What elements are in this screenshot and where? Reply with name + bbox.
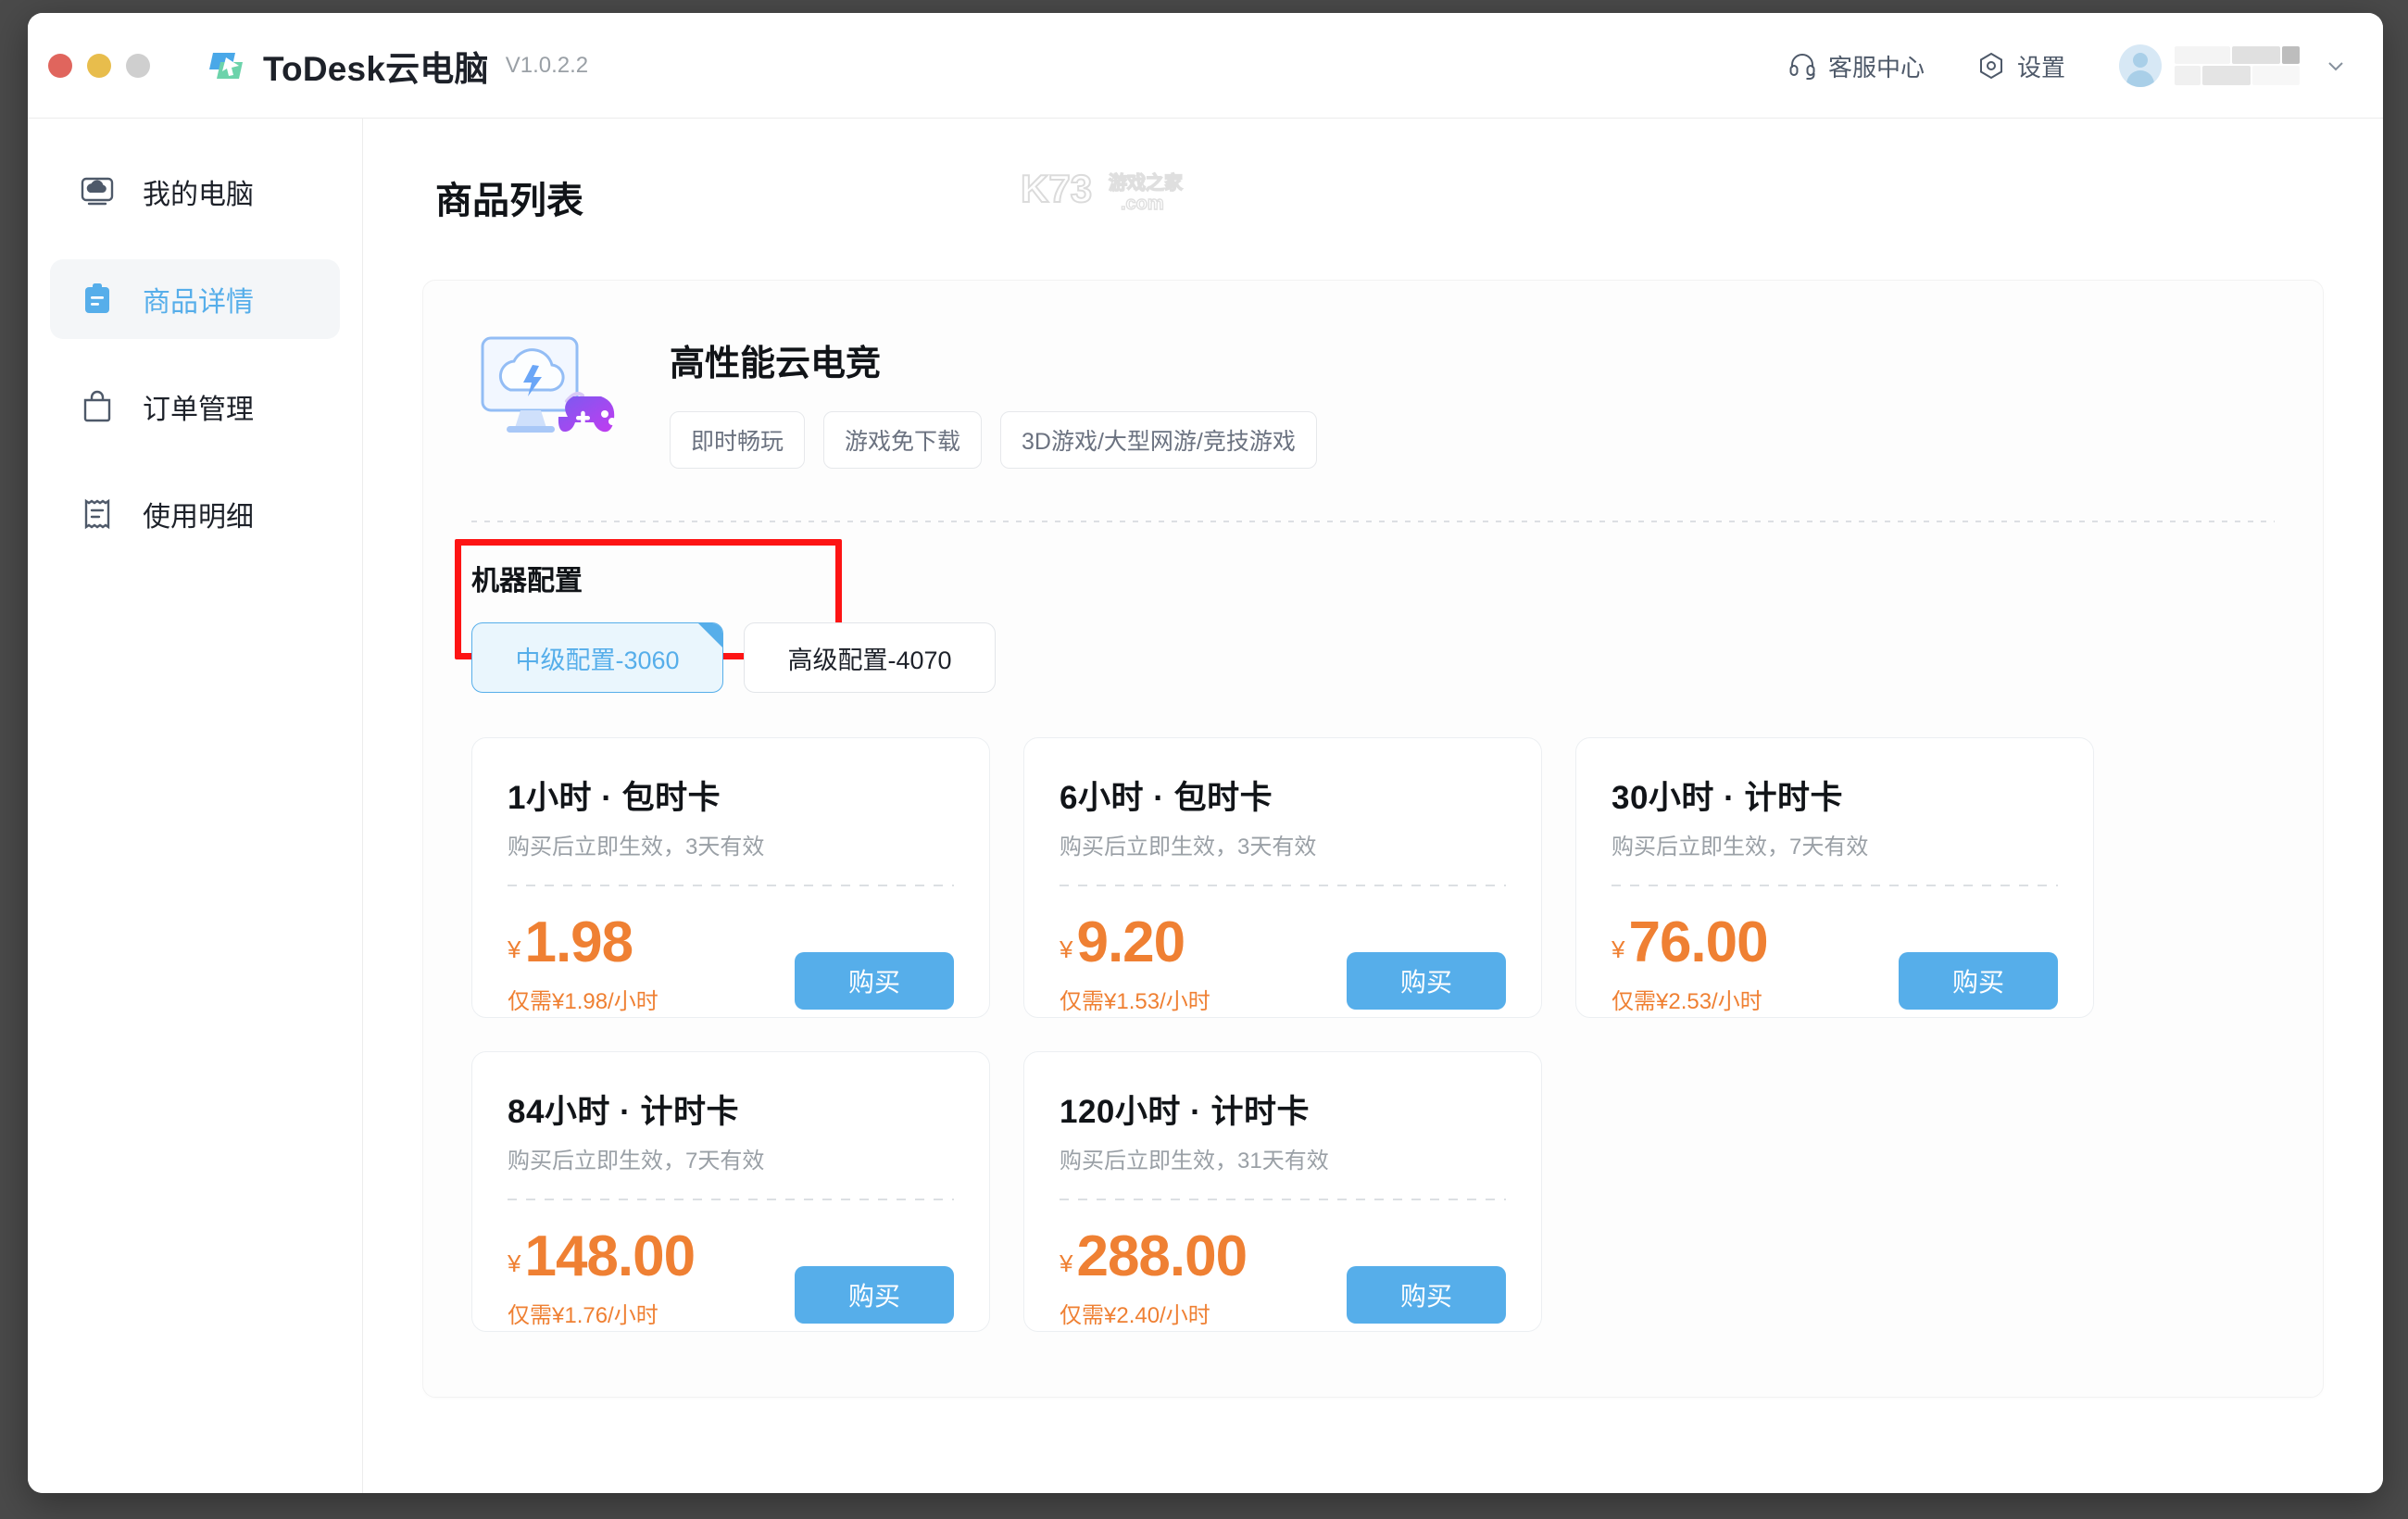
- support-center-label: 客服中心: [1828, 49, 1925, 83]
- page-title: 商品列表: [435, 170, 2324, 224]
- user-menu[interactable]: [2119, 44, 2348, 87]
- settings-label: 设置: [2017, 49, 2065, 83]
- card-subtitle: 购买后立即生效，31天有效: [1060, 1142, 1506, 1174]
- card-unit-price: 仅需¥2.53/小时: [1612, 983, 1768, 1015]
- sidebar-item-label: 我的电脑: [143, 171, 254, 212]
- product-tag-list: 即时畅玩 游戏免下载 3D游戏/大型网游/竞技游戏: [670, 411, 1317, 469]
- currency-symbol: ¥: [1612, 935, 1624, 964]
- headset-icon: [1787, 51, 1817, 81]
- product-tag: 游戏免下载: [823, 411, 982, 469]
- card-unit-price: 仅需¥1.53/小时: [1060, 983, 1210, 1015]
- card-subtitle: 购买后立即生效，3天有效: [508, 828, 954, 860]
- price-card[interactable]: 6小时 · 包时卡 购买后立即生效，3天有效 ¥ 9.20 仅需¥1.53/小时: [1023, 737, 1542, 1018]
- gear-icon: [1976, 51, 2006, 81]
- card-divider: [508, 885, 954, 886]
- price-card[interactable]: 84小时 · 计时卡 购买后立即生效，7天有效 ¥ 148.00 仅需¥1.76…: [471, 1051, 990, 1332]
- section-divider: [471, 521, 2275, 522]
- app-title: ToDesk云电脑: [263, 41, 489, 91]
- close-button[interactable]: [48, 54, 72, 78]
- avatar: [2119, 44, 2162, 87]
- window-controls: [48, 54, 150, 78]
- bag-icon: [78, 387, 117, 426]
- card-divider: [1612, 885, 2058, 886]
- cloud-monitor-icon: [78, 172, 117, 211]
- card-unit-price: 仅需¥1.98/小时: [508, 983, 658, 1015]
- clipboard-icon: [78, 280, 117, 319]
- card-price: 148.00: [524, 1228, 695, 1286]
- sidebar-item-product-detail[interactable]: 商品详情: [50, 259, 340, 339]
- username-masked: [2175, 46, 2300, 85]
- card-title: 120小时 · 计时卡: [1060, 1086, 1506, 1133]
- config-option-label: 中级配置-3060: [515, 640, 679, 676]
- card-price: 288.00: [1076, 1228, 1247, 1286]
- price-card-grid: 1小时 · 包时卡 购买后立即生效，3天有效 ¥ 1.98 仅需¥1.98/小时: [471, 737, 2275, 1332]
- chevron-down-icon: [2324, 54, 2348, 78]
- product-tag: 3D游戏/大型网游/竞技游戏: [1000, 411, 1317, 469]
- product-meta: 高性能云电竞 即时畅玩 游戏免下载 3D游戏/大型网游/竞技游戏: [670, 321, 1317, 469]
- card-subtitle: 购买后立即生效，7天有效: [508, 1142, 954, 1174]
- app-window: ToDesk云电脑 V1.0.2.2 客服中心: [28, 13, 2383, 1493]
- machine-config-options: 中级配置-3060 高级配置-4070: [471, 622, 996, 693]
- title-bar: ToDesk云电脑 V1.0.2.2 客服中心: [28, 13, 2383, 119]
- card-price: 76.00: [1628, 914, 1767, 972]
- buy-button[interactable]: 购买: [1347, 952, 1506, 1010]
- card-price: 1.98: [524, 914, 633, 972]
- card-divider: [1060, 1199, 1506, 1200]
- app-body: 我的电脑 商品详情: [28, 119, 2383, 1493]
- card-subtitle: 购买后立即生效，7天有效: [1612, 828, 2058, 860]
- currency-symbol: ¥: [1060, 1249, 1072, 1278]
- card-title: 84小时 · 计时卡: [508, 1086, 954, 1133]
- currency-symbol: ¥: [1060, 935, 1072, 964]
- price-card[interactable]: 120小时 · 计时卡 购买后立即生效，31天有效 ¥ 288.00 仅需¥2.…: [1023, 1051, 1542, 1332]
- card-title: 6小时 · 包时卡: [1060, 772, 1506, 819]
- card-title: 30小时 · 计时卡: [1612, 772, 2058, 819]
- app-brand: ToDesk云电脑 V1.0.2.2: [206, 41, 588, 91]
- sidebar-item-label: 订单管理: [143, 386, 254, 427]
- minimize-button[interactable]: [87, 54, 111, 78]
- card-price: 9.20: [1076, 914, 1185, 972]
- machine-config-title: 机器配置: [471, 558, 996, 598]
- sidebar: 我的电脑 商品详情: [28, 119, 363, 1493]
- card-title: 1小时 · 包时卡: [508, 772, 954, 819]
- receipt-icon: [78, 495, 117, 534]
- app-version: V1.0.2.2: [506, 53, 588, 79]
- sidebar-item-order-management[interactable]: 订单管理: [50, 367, 340, 446]
- selected-corner-icon: [698, 623, 722, 647]
- machine-config-section: 机器配置 中级配置-3060 高级配置-4070: [471, 558, 996, 693]
- cloud-gaming-monitor-icon: [471, 329, 627, 458]
- title-bar-actions: 客服中心 设置: [1736, 13, 2348, 119]
- currency-symbol: ¥: [508, 1249, 520, 1278]
- buy-button[interactable]: 购买: [1347, 1266, 1506, 1324]
- buy-button[interactable]: 购买: [1899, 952, 2058, 1010]
- currency-symbol: ¥: [508, 935, 520, 964]
- buy-button[interactable]: 购买: [795, 952, 954, 1010]
- sidebar-item-label: 使用明细: [143, 494, 254, 534]
- product-panel: K73 游戏之家 .com: [422, 280, 2324, 1398]
- zoom-button[interactable]: [126, 54, 150, 78]
- price-card[interactable]: 30小时 · 计时卡 购买后立即生效，7天有效 ¥ 76.00 仅需¥2.53/…: [1575, 737, 2094, 1018]
- config-option-3060[interactable]: 中级配置-3060: [471, 622, 723, 693]
- config-option-4070[interactable]: 高级配置-4070: [744, 622, 996, 693]
- sidebar-item-label: 商品详情: [143, 279, 254, 320]
- desktop-backdrop: ToDesk云电脑 V1.0.2.2 客服中心: [0, 0, 2408, 1519]
- support-center-button[interactable]: 客服中心: [1787, 49, 1925, 83]
- config-option-label: 高级配置-4070: [787, 640, 951, 676]
- buy-button[interactable]: 购买: [795, 1266, 954, 1324]
- card-unit-price: 仅需¥1.76/小时: [508, 1297, 695, 1329]
- card-divider: [1060, 885, 1506, 886]
- card-unit-price: 仅需¥2.40/小时: [1060, 1297, 1247, 1329]
- sidebar-item-my-computer[interactable]: 我的电脑: [50, 152, 340, 232]
- product-header: 高性能云电竞 即时畅玩 游戏免下载 3D游戏/大型网游/竞技游戏: [471, 321, 2275, 469]
- product-name: 高性能云电竞: [670, 334, 1317, 385]
- sidebar-item-usage-details[interactable]: 使用明细: [50, 474, 340, 554]
- product-tag: 即时畅玩: [670, 411, 805, 469]
- card-subtitle: 购买后立即生效，3天有效: [1060, 828, 1506, 860]
- price-card[interactable]: 1小时 · 包时卡 购买后立即生效，3天有效 ¥ 1.98 仅需¥1.98/小时: [471, 737, 990, 1018]
- settings-button[interactable]: 设置: [1976, 49, 2065, 83]
- todesk-logo-icon: [206, 44, 250, 88]
- card-divider: [508, 1199, 954, 1200]
- main-content: 商品列表 K73 游戏之家 .com: [363, 119, 2383, 1493]
